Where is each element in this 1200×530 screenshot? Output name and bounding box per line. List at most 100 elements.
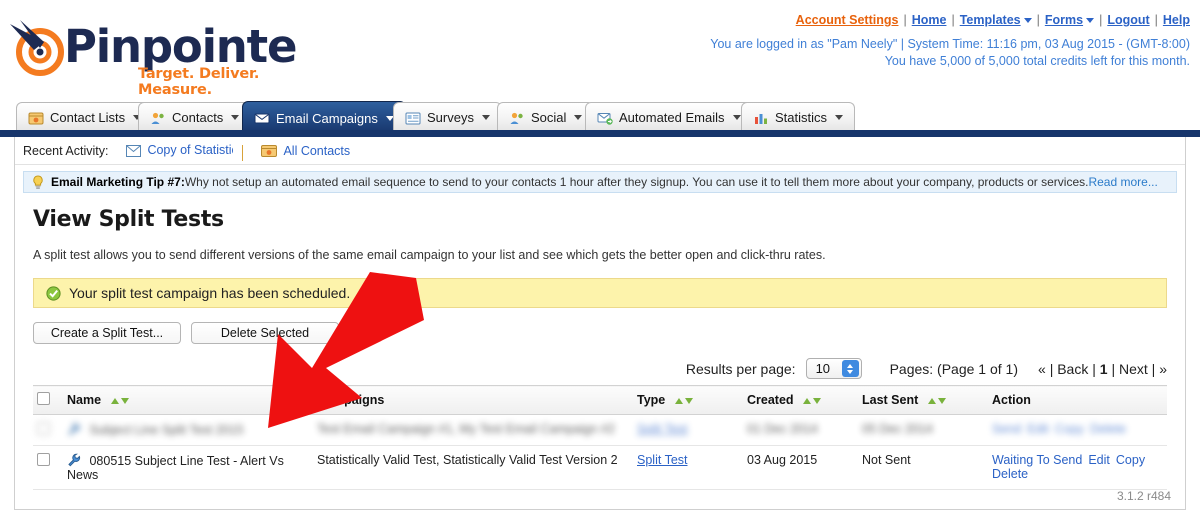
chevron-down-icon[interactable] xyxy=(1023,18,1032,24)
recent-activity-link[interactable]: All Contacts xyxy=(283,144,350,158)
row-checkbox-cell[interactable] xyxy=(33,445,63,490)
nav-home[interactable]: Home xyxy=(912,13,947,27)
nav-account-settings[interactable]: Account Settings xyxy=(796,13,899,27)
action-delete[interactable]: Delete xyxy=(1090,422,1126,436)
app-version: 3.1.2 r484 xyxy=(1116,489,1171,503)
recent-activity-item-2[interactable]: All Contacts xyxy=(261,144,350,158)
tab-contacts[interactable]: Contacts xyxy=(138,102,252,132)
page-title: View Split Tests xyxy=(33,207,224,232)
create-split-test-button[interactable]: Create a Split Test... xyxy=(33,322,181,344)
chevron-down-icon[interactable] xyxy=(231,115,240,120)
recent-activity-link[interactable]: Copy of Statistica xyxy=(147,143,233,158)
nav-logout[interactable]: Logout xyxy=(1107,13,1149,27)
recent-activity-label: Recent Activity: xyxy=(23,143,109,158)
chevron-down-icon[interactable] xyxy=(481,115,490,120)
row-created: 01 Dec 2014 xyxy=(743,414,858,446)
select-all-checkbox[interactable] xyxy=(37,392,50,405)
tab-automated-emails[interactable]: Automated Emails xyxy=(585,102,753,132)
nav-forms[interactable]: Forms xyxy=(1045,13,1083,27)
column-name[interactable]: Name xyxy=(63,385,313,415)
page-back[interactable]: Back xyxy=(1057,361,1088,377)
action-edit[interactable]: Edit xyxy=(1027,422,1049,436)
brand-logo[interactable]: Pinpointe Target. Deliver. Measure. xyxy=(8,14,308,98)
page-current[interactable]: 1 xyxy=(1100,361,1108,377)
action-edit[interactable]: Edit xyxy=(1088,453,1110,467)
chevron-down-icon[interactable] xyxy=(1086,18,1095,24)
tab-label: Contact Lists xyxy=(50,110,126,125)
tip-text: Why not setup an automated email sequenc… xyxy=(184,175,1089,189)
nav-separator: | xyxy=(1154,13,1158,27)
tab-social[interactable]: Social xyxy=(497,102,595,132)
chevron-down-icon[interactable] xyxy=(835,115,844,120)
sort-arrows-icon[interactable] xyxy=(110,393,130,407)
column-created[interactable]: Created xyxy=(743,385,858,415)
pages-label: Pages: (Page 1 of 1) xyxy=(889,360,1018,377)
wrench-icon[interactable] xyxy=(67,453,81,467)
chevron-down-icon[interactable] xyxy=(574,115,583,120)
pagination-bar: Results per page: 10 Pages: (Page 1 of 1… xyxy=(33,358,1167,379)
marketing-tip-banner: Email Marketing Tip #7: Why not setup an… xyxy=(23,171,1177,193)
row-checkbox[interactable] xyxy=(37,453,50,466)
tip-title: Email Marketing Tip #7: xyxy=(51,175,185,189)
nav-help[interactable]: Help xyxy=(1163,13,1190,27)
column-label: Last Sent xyxy=(862,393,919,407)
action-copy[interactable]: Copy xyxy=(1116,453,1145,467)
success-notification: Your split test campaign has been schedu… xyxy=(33,278,1167,308)
table-row[interactable]: Subject Line Split Test 2015 Test Email … xyxy=(33,414,1167,446)
vertical-divider xyxy=(242,145,244,161)
column-last-sent[interactable]: Last Sent xyxy=(858,385,988,415)
dartboard-target-icon xyxy=(10,20,64,76)
row-last-sent: Not Sent xyxy=(858,445,988,490)
row-type[interactable]: Split Test xyxy=(633,445,743,490)
content-frame: Recent Activity: Copy of Statistica All … xyxy=(14,137,1186,510)
action-button-row: Create a Split Test... Delete Selected xyxy=(33,322,1167,344)
tip-read-more-link[interactable]: Read more... xyxy=(1088,175,1157,189)
wrench-icon[interactable] xyxy=(67,422,81,436)
tab-surveys[interactable]: Surveys xyxy=(393,102,502,132)
action-waiting-to-send[interactable]: Waiting To Send xyxy=(992,453,1082,467)
tab-statistics[interactable]: Statistics xyxy=(741,102,856,132)
tab-label: Contacts xyxy=(172,110,224,125)
row-name: 080515 Subject Line Test - Alert Vs News xyxy=(67,454,284,482)
address-book-icon xyxy=(261,145,278,157)
row-checkbox-cell[interactable] xyxy=(33,414,63,446)
recent-activity-item-1[interactable]: Copy of Statistica xyxy=(126,143,244,161)
tab-contact-lists[interactable]: Contact Lists xyxy=(16,102,154,132)
row-name-cell: Subject Line Split Test 2015 xyxy=(63,414,313,446)
action-send[interactable]: Send xyxy=(992,422,1021,436)
action-copy[interactable]: Copy xyxy=(1055,422,1084,436)
page-next[interactable]: Next xyxy=(1119,361,1148,377)
nav-separator: | xyxy=(951,13,955,27)
tab-underline-bar xyxy=(0,130,1200,137)
results-per-page-select[interactable]: 10 xyxy=(805,358,862,379)
delete-selected-button[interactable]: Delete Selected xyxy=(191,322,339,344)
column-action: Action xyxy=(988,385,1167,415)
row-campaigns: Test Email Campaign #1, My Test Email Ca… xyxy=(313,414,633,446)
sort-arrows-icon[interactable] xyxy=(927,393,947,407)
page-first[interactable]: « xyxy=(1038,361,1046,377)
sort-arrows-icon[interactable] xyxy=(674,393,694,407)
column-type[interactable]: Type xyxy=(633,385,743,415)
stepper-arrows-icon[interactable] xyxy=(841,360,859,377)
chevron-down-icon[interactable] xyxy=(732,115,741,120)
table-row[interactable]: 080515 Subject Line Test - Alert Vs News… xyxy=(33,445,1167,490)
credits-info: You have 5,000 of 5,000 total credits le… xyxy=(884,54,1190,68)
row-type[interactable]: Split Test xyxy=(633,414,743,446)
action-delete[interactable]: Delete xyxy=(992,467,1028,481)
column-label: Created xyxy=(747,393,794,407)
row-actions: Waiting To Send Edit Copy Delete xyxy=(988,445,1167,490)
recent-activity-bar: Recent Activity: Copy of Statistica All … xyxy=(15,137,1185,165)
tab-label: Surveys xyxy=(427,110,474,125)
form-list-icon xyxy=(405,112,421,124)
page-body: View Split Tests A split test allows you… xyxy=(15,193,1185,490)
sort-arrows-icon[interactable] xyxy=(802,393,822,407)
top-nav-links: Account Settings | Home | Templates | Forms | Lo… xyxy=(796,13,1190,27)
page-last[interactable]: » xyxy=(1159,361,1167,377)
nav-templates[interactable]: Templates xyxy=(960,13,1021,27)
page-sep: | xyxy=(1111,360,1116,377)
envelope-arrow-icon xyxy=(597,112,613,125)
column-select-all xyxy=(33,385,63,415)
row-checkbox[interactable] xyxy=(37,422,50,435)
row-campaigns: Statistically Valid Test, Statistically … xyxy=(313,445,633,490)
page-header: Pinpointe Target. Deliver. Measure. Acco… xyxy=(0,0,1200,98)
